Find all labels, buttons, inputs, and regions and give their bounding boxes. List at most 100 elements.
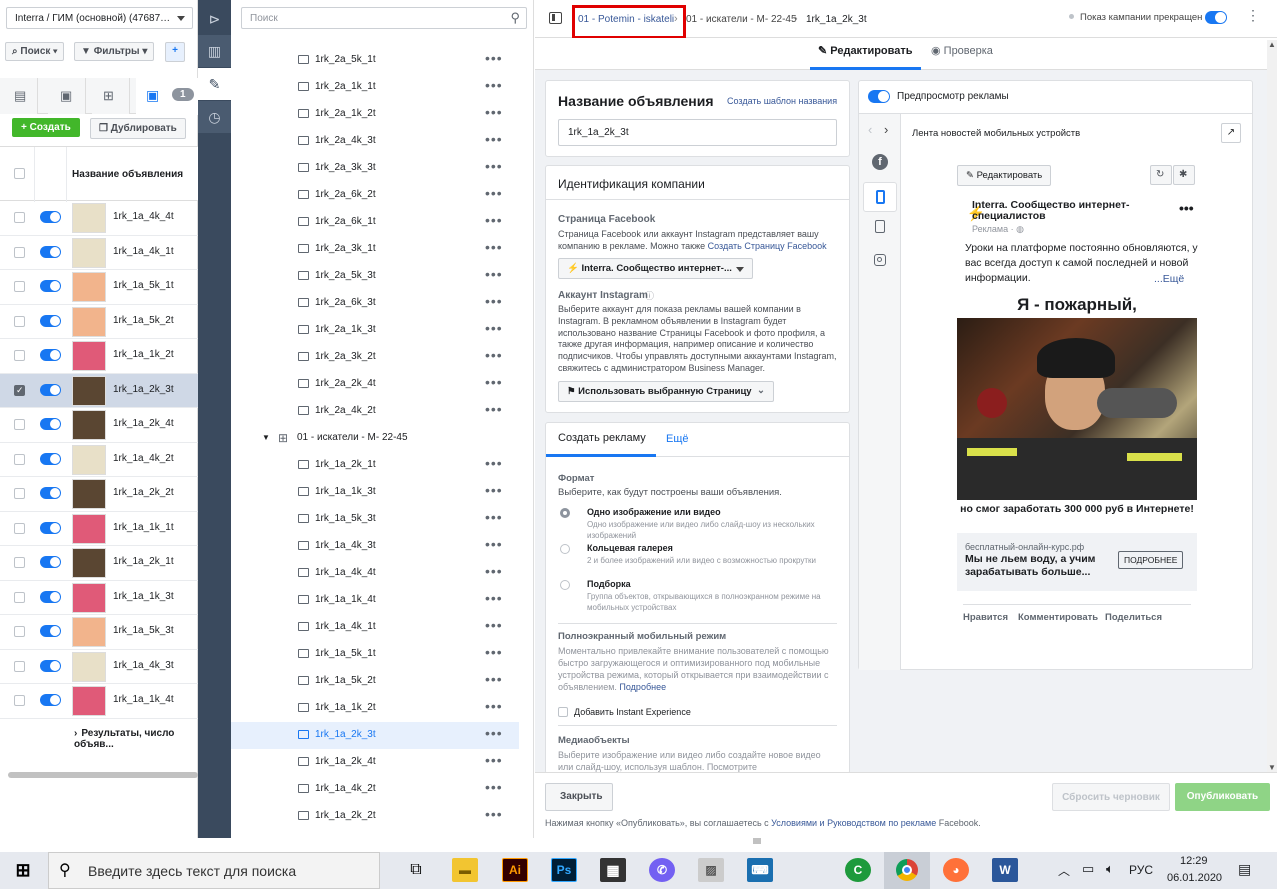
tree-item[interactable]: 1rk_2a_1k_1t ••• [231, 74, 519, 101]
tree-item[interactable]: 1rk_1a_4k_3t ••• [231, 533, 519, 560]
row-checkbox[interactable] [14, 522, 25, 534]
row-status-toggle[interactable] [40, 590, 61, 603]
keyboard-app-icon[interactable]: ⌨ [747, 858, 773, 882]
tree-item[interactable]: 1rk_1a_2k_3t ••• [231, 722, 519, 749]
row-status-toggle[interactable] [40, 418, 61, 430]
tree-group[interactable]: ▼ ⊞ 01 - искатели - М- 22-45 [231, 425, 519, 452]
row-status-toggle[interactable] [40, 452, 61, 465]
chevron-right-icon[interactable]: › [884, 122, 888, 137]
tree-item[interactable]: 1rk_2a_1k_3t ••• [231, 317, 519, 344]
tree-item[interactable]: 1rk_2a_1k_2t ••• [231, 101, 519, 128]
row-checkbox[interactable] [14, 281, 25, 292]
clock-time[interactable]: 12:29 [1180, 855, 1208, 867]
tree-item[interactable]: 1rk_1a_4k_4t ••• [231, 560, 519, 587]
tree-search-input[interactable]: Поиск ⚲ [241, 7, 527, 29]
table-row[interactable]: 1rk_1a_1k_4t [0, 684, 198, 719]
ad-name[interactable]: 1rk_1a_2k_2t [113, 487, 174, 498]
ad-name[interactable]: 1rk_1a_4k_3t [113, 660, 174, 671]
tab-review[interactable]: ◉ Проверка [931, 44, 993, 57]
table-row[interactable]: 1rk_1a_4k_4t [0, 201, 198, 236]
clock-date[interactable]: 06.01.2020 [1167, 872, 1222, 884]
taskbar-search-box[interactable]: ⚲ Введите здесь текст для поиска [48, 852, 380, 889]
create-fb-page-link[interactable]: Создать Страницу Facebook [708, 241, 827, 251]
row-checkbox[interactable] [14, 695, 25, 706]
more-icon[interactable]: ••• [485, 347, 503, 363]
tab-ads[interactable]: ▣ 1 [136, 78, 198, 115]
search-button[interactable]: ⌕ Поиск ▾ [5, 42, 65, 61]
comment-button[interactable]: Комментировать [1018, 612, 1098, 623]
reset-draft-button[interactable]: Сбросить черновик [1052, 783, 1170, 811]
row-checkbox[interactable] [14, 315, 25, 327]
edit-icon[interactable]: ✎ [198, 68, 231, 100]
tree-item[interactable]: 1rk_2a_5k_3t ••• [231, 263, 519, 290]
tab-campaigns[interactable]: ▤ [0, 78, 38, 114]
format-option[interactable]: Подборка Группа объектов, открывающихся в… [546, 577, 849, 612]
ad-name[interactable]: 1rk_1a_1k_2t [113, 349, 174, 360]
tree-item[interactable]: 1rk_1a_5k_3t ••• [231, 506, 519, 533]
editor-scrollbar[interactable]: ▲ ▼ [1267, 40, 1277, 772]
tree-item[interactable]: 1rk_1a_2k_2t ••• [231, 803, 519, 830]
ig-account-select[interactable]: ⚑ Использовать выбранную Страницу ⌄ [558, 381, 774, 402]
select-all-checkbox[interactable] [14, 168, 25, 179]
more-icon[interactable]: ••• [485, 266, 503, 282]
tree-item[interactable]: 1rk_1a_1k_3t ••• [231, 479, 519, 506]
ad-link-box[interactable]: бесплатный-онлайн-курс.рф Мы не льем вод… [957, 533, 1197, 591]
tree-item[interactable]: 1rk_2a_4k_3t ••• [231, 128, 519, 155]
table-row[interactable]: 1rk_1a_1k_2t [0, 339, 198, 374]
row-status-toggle[interactable] [40, 245, 61, 258]
more-icon[interactable]: ••• [485, 725, 503, 741]
share-button[interactable]: Поделиться [1105, 612, 1162, 623]
tree-item[interactable]: 1rk_1a_5k_2t ••• [231, 668, 519, 695]
more-icon[interactable]: ••• [485, 104, 503, 120]
row-status-toggle[interactable] [40, 487, 61, 499]
row-status-toggle[interactable] [40, 694, 61, 706]
row-status-toggle[interactable] [40, 314, 61, 327]
more-icon[interactable]: ••• [485, 752, 503, 768]
tab-groups[interactable]: ⊞ [92, 78, 130, 114]
tree-item[interactable]: 1rk_2a_3k_1t ••• [231, 236, 519, 263]
format-radio[interactable] [560, 508, 570, 518]
tree-item[interactable]: 1rk_1a_2k_1t ••• [231, 452, 519, 479]
row-status-toggle[interactable] [40, 625, 61, 637]
chrome-active-slot[interactable] [884, 852, 930, 889]
more-icon[interactable]: ••• [485, 455, 503, 471]
more-icon[interactable]: ••• [485, 158, 503, 174]
see-more-link[interactable]: ...Ещё [1154, 273, 1184, 285]
more-icon[interactable]: ••• [485, 536, 503, 552]
file-explorer-icon[interactable]: ▬ [452, 858, 478, 882]
sidebar-toggle-icon[interactable] [549, 12, 562, 24]
row-status-toggle[interactable] [40, 521, 61, 534]
chevron-up-icon[interactable]: ︿ [1058, 862, 1070, 879]
ad-name[interactable]: 1rk_1a_1k_1t [113, 522, 174, 533]
more-icon[interactable]: ••• [485, 77, 503, 93]
more-icon[interactable]: ••• [485, 617, 503, 633]
table-row[interactable]: 1rk_1a_2k_2t [0, 477, 198, 512]
ad-name[interactable]: 1rk_1a_2k_3t [113, 384, 174, 395]
ccleaner-icon[interactable]: C [845, 858, 871, 882]
preview-edit-button[interactable]: ✎ Редактировать [957, 165, 1052, 186]
ad-name[interactable]: 1rk_1a_4k_1t [113, 246, 174, 257]
horizontal-scrollbar[interactable] [8, 772, 198, 778]
tree-item[interactable]: 1rk_2a_6k_3t ••• [231, 290, 519, 317]
more-icon[interactable]: ••• [485, 320, 503, 336]
table-row[interactable]: 1rk_1a_2k_4t [0, 408, 198, 443]
duplicate-button[interactable]: ❐ Дублировать [90, 118, 186, 139]
tab-adsets[interactable]: ▣ [48, 78, 86, 114]
tree-item[interactable]: 1rk_1a_1k_4t ••• [231, 587, 519, 614]
tree-item[interactable]: 1rk_2a_2k_4t ••• [231, 371, 519, 398]
table-row[interactable]: 1rk_1a_4k_3t [0, 650, 198, 684]
tree-item[interactable]: 1rk_2a_3k_3t ••• [231, 155, 519, 182]
tree-item[interactable]: 1rk_2a_3k_2t ••• [231, 344, 519, 371]
windows-start-icon[interactable]: ⊞ [10, 858, 36, 882]
photos-icon[interactable]: ▨ [698, 858, 724, 882]
ad-name[interactable]: 1rk_1a_5k_2t [113, 315, 174, 326]
table-row[interactable]: ✓ 1rk_1a_2k_3t [0, 373, 198, 408]
tree-item[interactable]: 1rk_1a_4k_2t ••• [231, 776, 519, 803]
table-row[interactable]: 1rk_1a_5k_3t [0, 615, 198, 650]
more-icon[interactable]: ••• [1179, 200, 1194, 216]
ad-name[interactable]: 1rk_1a_4k_2t [113, 453, 174, 464]
account-selector[interactable]: Interra / ГИМ (основной) (476875... [6, 7, 193, 29]
info-icon[interactable]: ⓘ [645, 289, 654, 302]
mobile-story-icon[interactable] [875, 220, 885, 233]
ad-name[interactable]: 1rk_1a_5k_3t [113, 625, 174, 636]
